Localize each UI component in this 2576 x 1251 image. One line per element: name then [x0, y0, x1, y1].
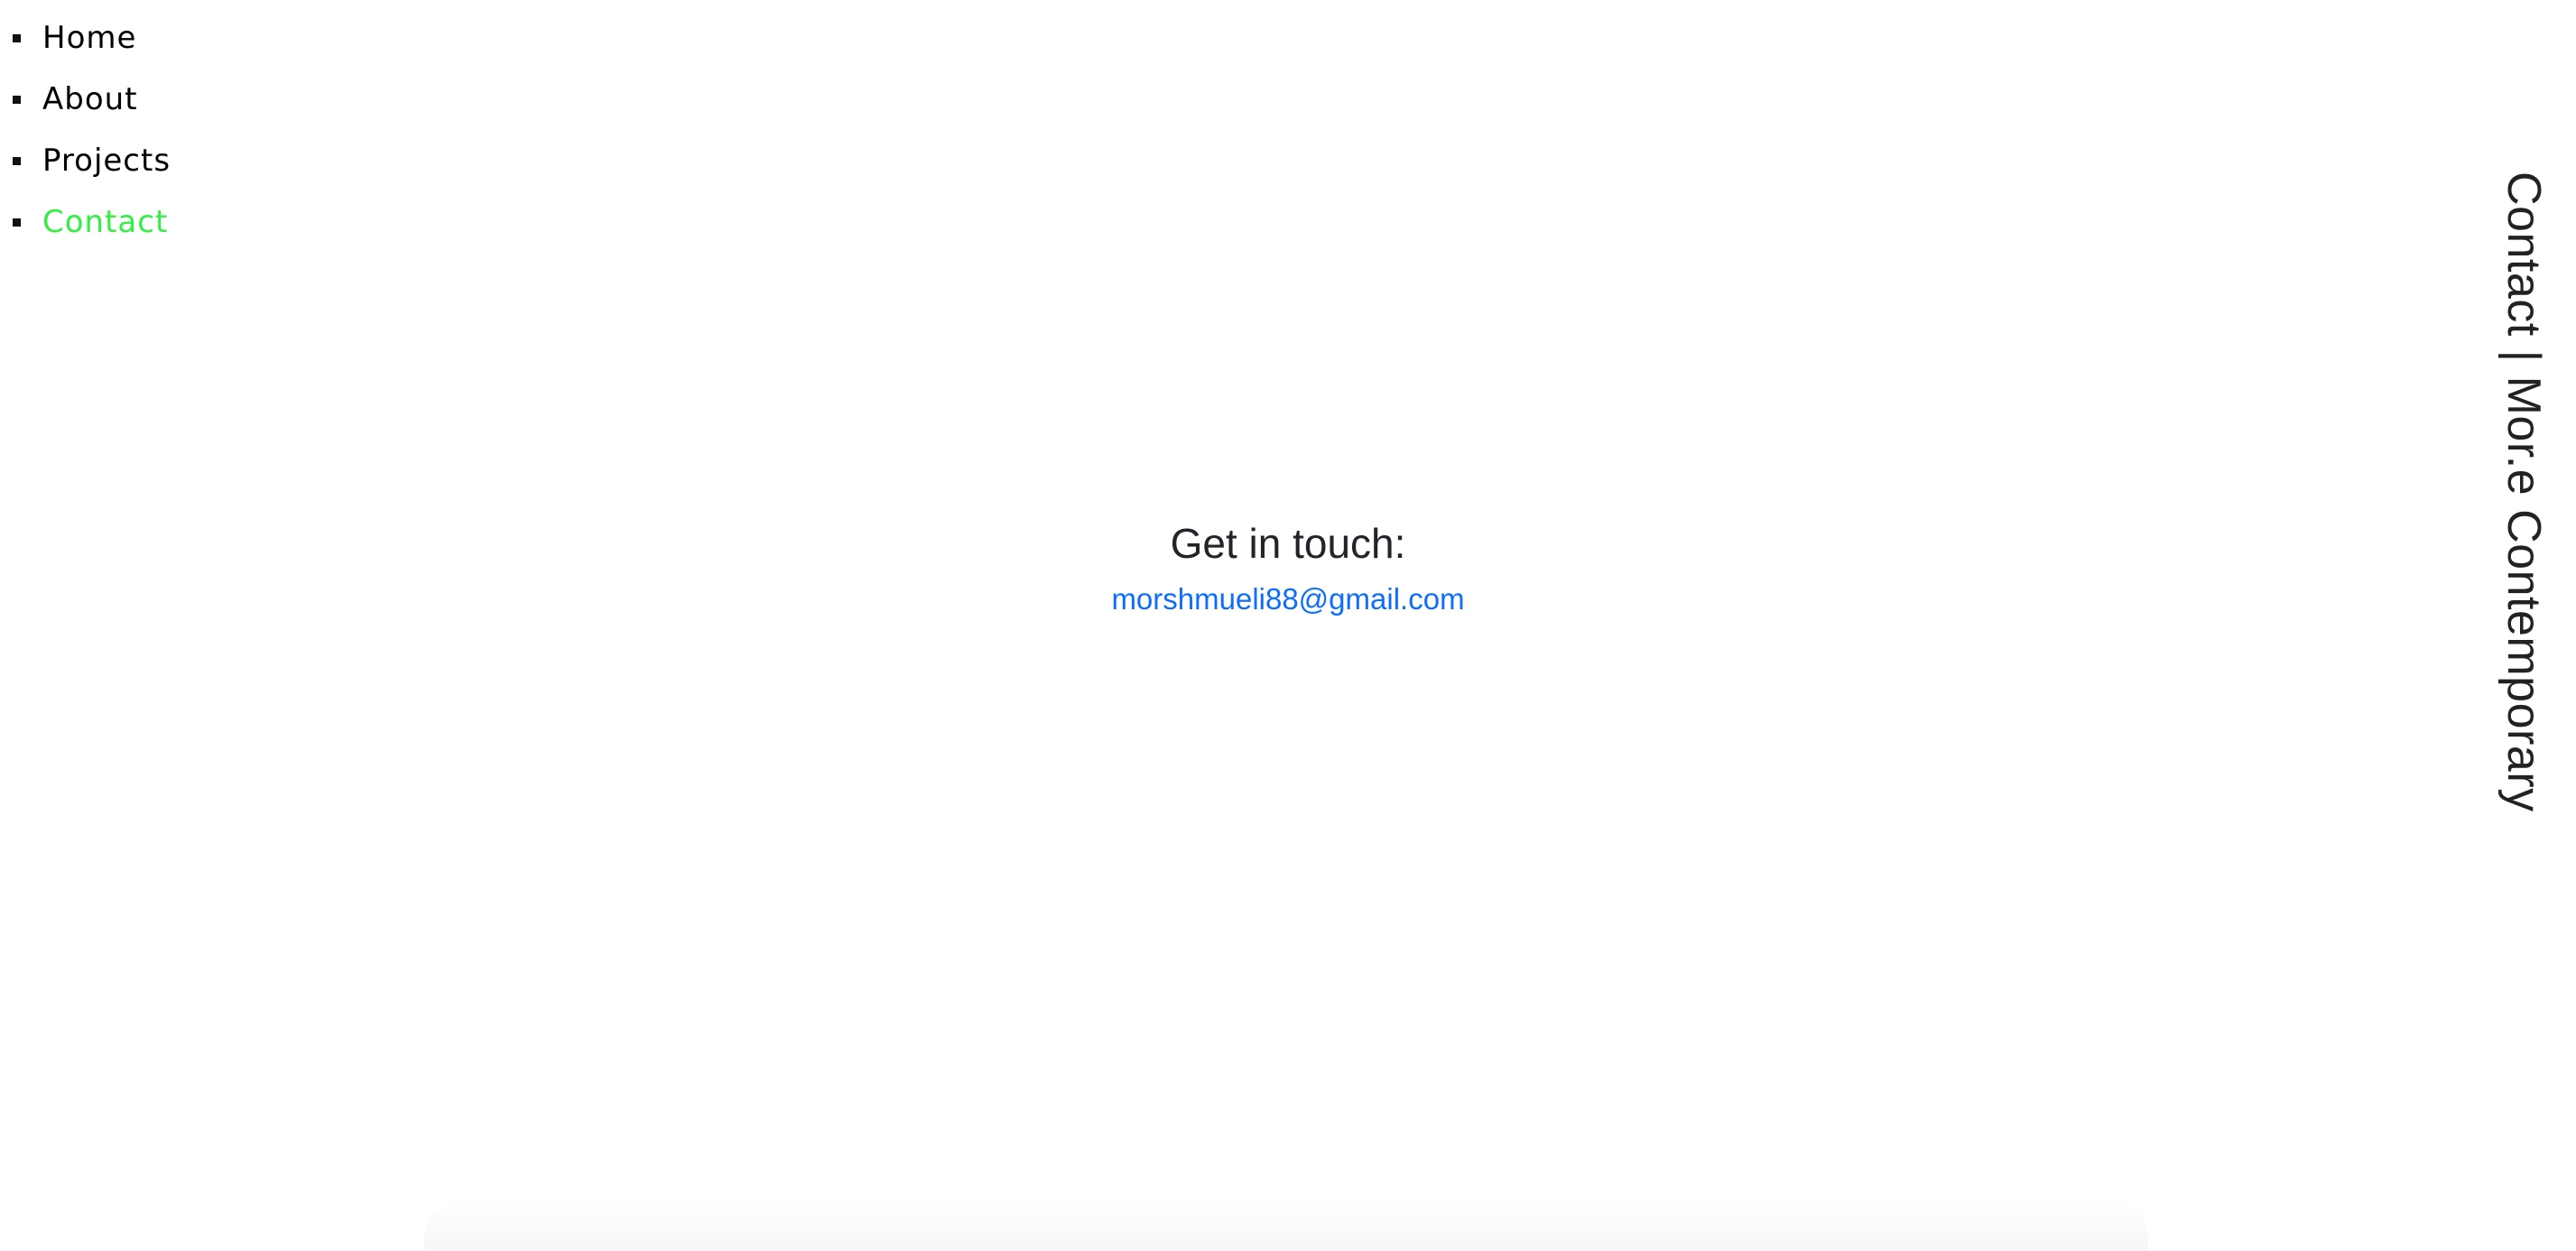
contact-heading: Get in touch: [1170, 520, 1406, 567]
page: Home About Projects Contact Get in touch… [0, 0, 2576, 1251]
bottom-shadow [424, 1200, 2148, 1251]
nav-link-home[interactable]: Home [42, 20, 136, 56]
page-title-vertical: Contact | Mor.e Contemporary [2497, 171, 2550, 812]
email-link[interactable]: morshmueli88@gmail.com [1111, 579, 1464, 619]
contact-section: Get in touch: morshmueli88@gmail.com [0, 514, 2576, 619]
nav-item-contact: Contact [0, 191, 171, 253]
nav-item-home: Home [0, 7, 171, 69]
bullet-icon [13, 156, 21, 165]
nav-link-projects[interactable]: Projects [42, 143, 171, 179]
bullet-icon [13, 218, 21, 227]
nav-item-projects: Projects [0, 130, 171, 191]
nav-link-about[interactable]: About [42, 81, 138, 117]
bullet-icon [13, 95, 21, 104]
bullet-icon [13, 33, 21, 42]
main-nav: Home About Projects Contact [0, 0, 171, 253]
nav-link-contact[interactable]: Contact [42, 204, 168, 240]
nav-item-about: About [0, 69, 171, 130]
